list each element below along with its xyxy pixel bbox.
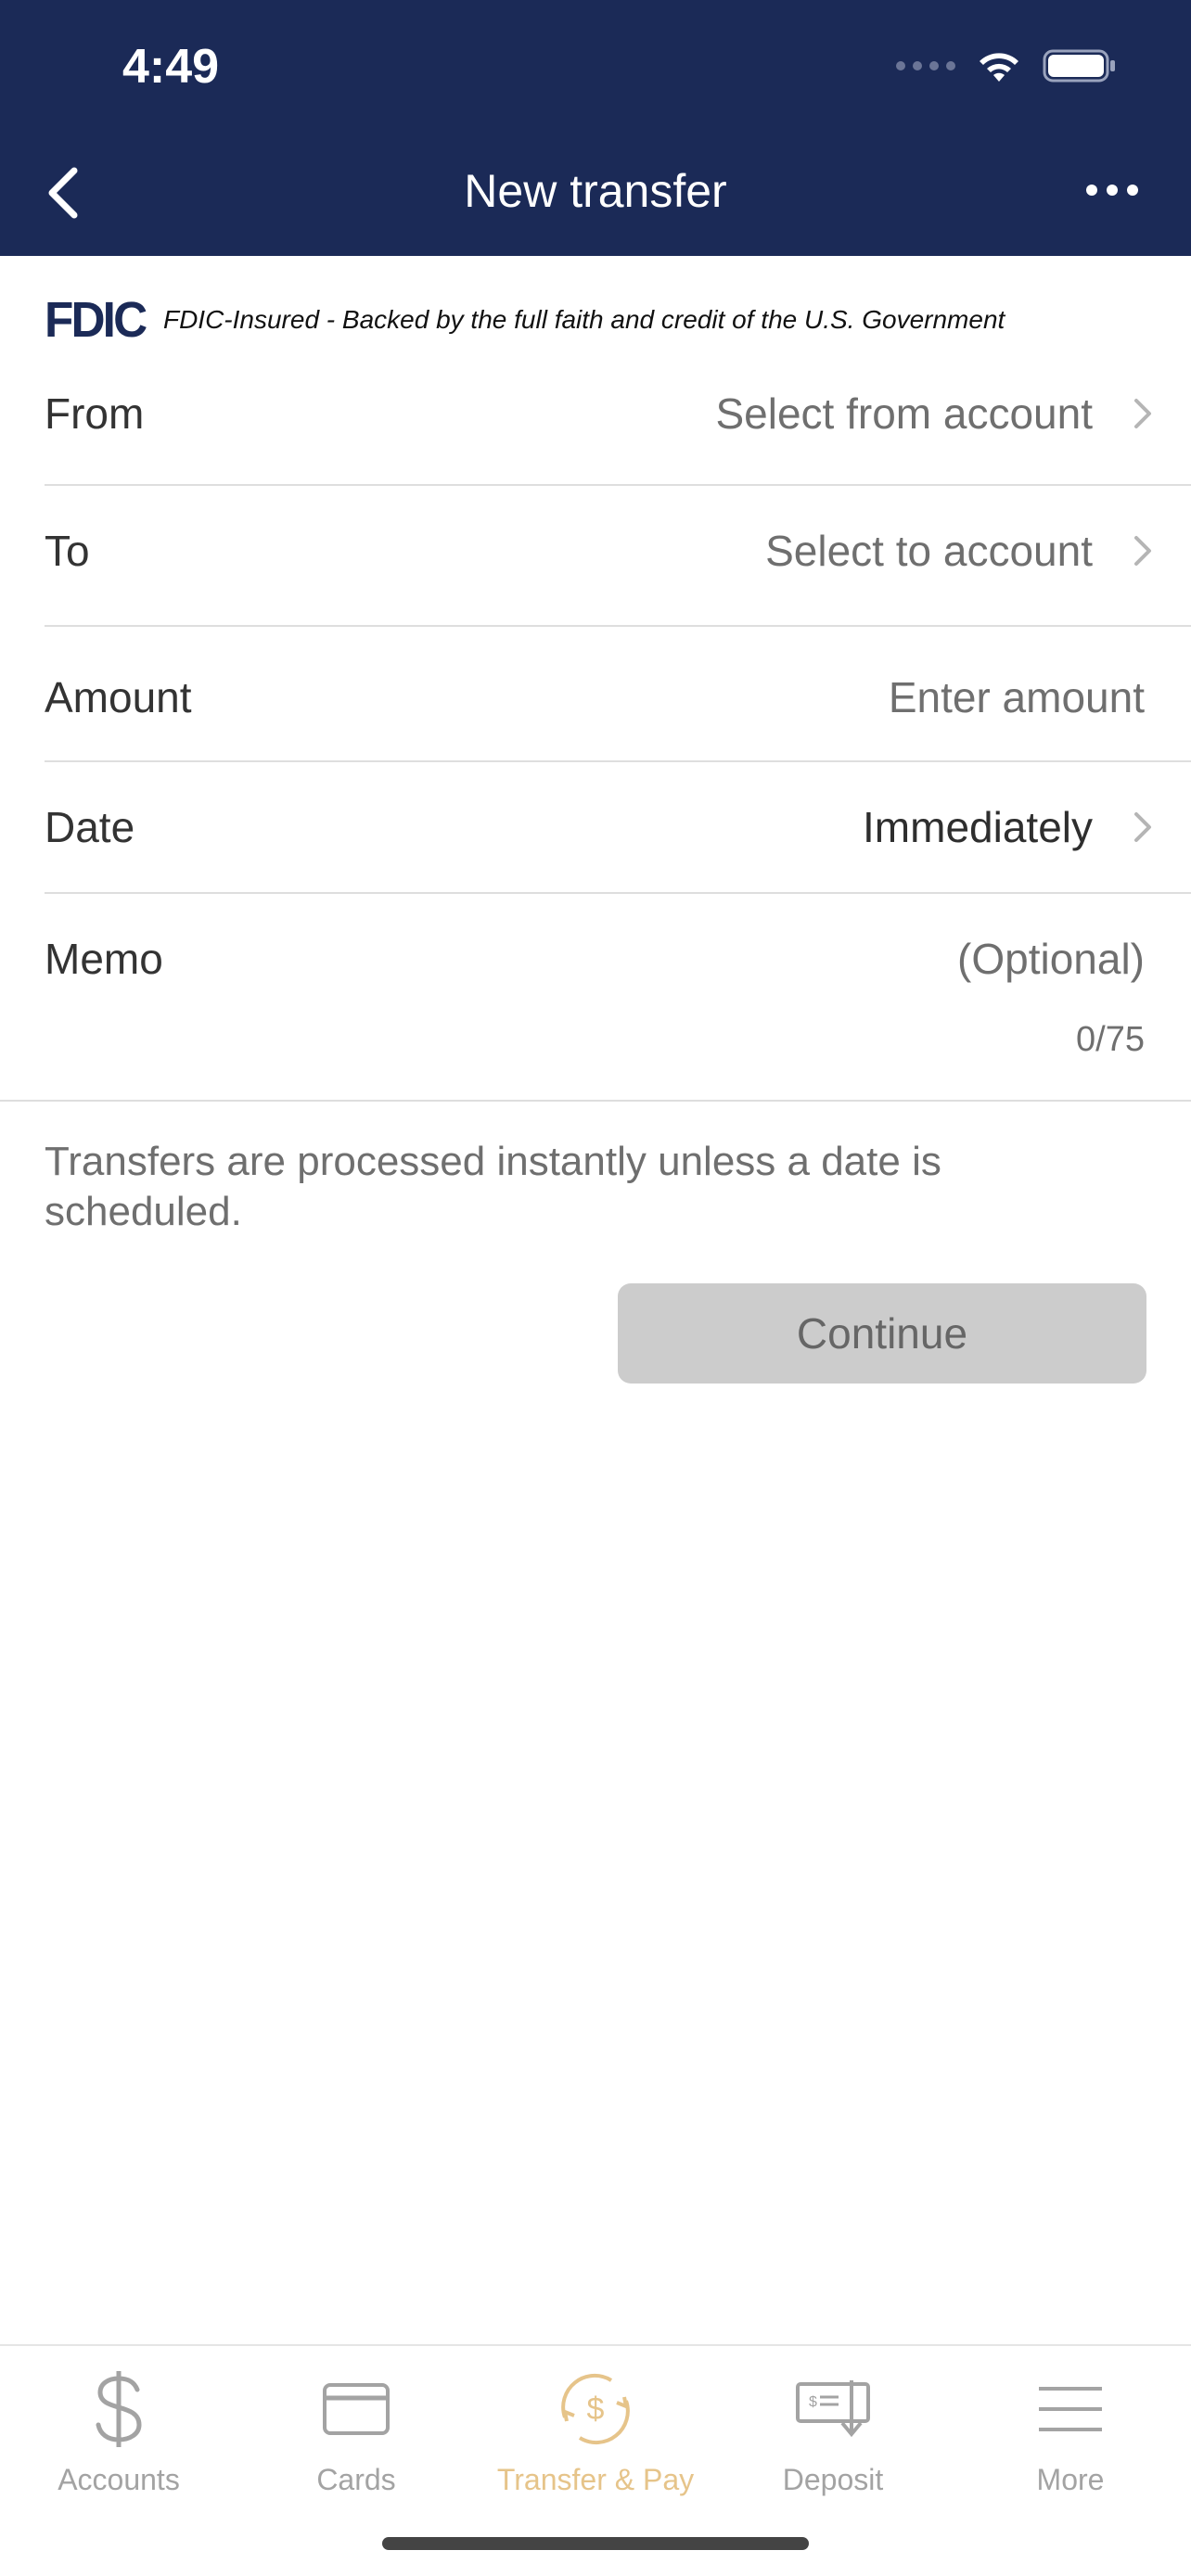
from-account-select[interactable]: Select from account — [715, 389, 1191, 439]
card-icon — [323, 2365, 390, 2454]
status-time: 4:49 — [122, 40, 220, 94]
fdic-notice: FDIC FDIC-Insured - Backed by the full f… — [45, 295, 1005, 345]
dollar-icon — [91, 2365, 147, 2454]
to-account-select[interactable]: Select to account — [765, 526, 1191, 576]
memo-label: Memo — [45, 935, 163, 983]
check-deposit-icon: $ — [796, 2365, 870, 2454]
tab-deposit[interactable]: $ Deposit — [714, 2365, 952, 2513]
chevron-right-icon — [1124, 532, 1161, 569]
to-label: To — [45, 527, 90, 575]
from-account-row[interactable]: From Select from account — [45, 371, 1191, 456]
svg-text:$: $ — [809, 2394, 817, 2410]
menu-icon — [1037, 2365, 1104, 2454]
tab-cards[interactable]: Cards — [237, 2365, 475, 2513]
chevron-right-icon — [1124, 809, 1161, 846]
memo-input[interactable]: (Optional) — [957, 934, 1145, 984]
transfer-note: Transfers are processed instantly unless… — [45, 1139, 941, 1234]
fdic-logo: FDIC — [45, 292, 147, 348]
divider — [0, 1100, 1191, 1102]
divider — [45, 484, 1191, 486]
tab-more[interactable]: More — [952, 2365, 1189, 2513]
chevron-right-icon — [1124, 395, 1161, 432]
app-header: 4:49 New transfer — [0, 0, 1191, 256]
fdic-text: FDIC-Insured - Backed by the full faith … — [162, 305, 1005, 334]
amount-input[interactable]: Enter amount — [889, 672, 1145, 722]
wifi-icon — [980, 53, 1018, 82]
svg-text:$: $ — [587, 2391, 605, 2427]
screen: 4:49 New transfer FDIC FDIC-Insured - Ba… — [0, 0, 1191, 2576]
continue-button[interactable]: Continue — [618, 1283, 1146, 1384]
divider — [45, 760, 1191, 762]
page-title: New transfer — [464, 165, 727, 217]
more-options-button[interactable] — [1070, 167, 1154, 213]
date-row[interactable]: Date Immediately — [45, 784, 1191, 870]
tab-accounts[interactable]: Accounts — [0, 2365, 237, 2513]
to-account-row[interactable]: To Select to account — [45, 508, 1191, 593]
date-label: Date — [45, 803, 135, 851]
battery-icon — [1043, 49, 1115, 83]
more-dots-icon — [1086, 185, 1097, 196]
tab-transfer-pay[interactable]: $ Transfer & Pay — [477, 2365, 714, 2513]
status-icons — [896, 43, 1117, 89]
divider — [45, 892, 1191, 894]
memo-row[interactable]: Memo (Optional) — [45, 916, 1191, 1001]
memo-character-counter: 0/75 — [1076, 1020, 1145, 1059]
date-select[interactable]: Immediately — [863, 802, 1191, 852]
amount-row[interactable]: Amount Enter amount — [45, 655, 1191, 740]
home-indicator — [382, 2537, 809, 2550]
from-label: From — [45, 389, 145, 438]
amount-label: Amount — [45, 673, 192, 721]
divider — [45, 625, 1191, 627]
cellular-signal-icon — [896, 61, 955, 70]
transfer-pay-icon: $ — [557, 2365, 634, 2454]
